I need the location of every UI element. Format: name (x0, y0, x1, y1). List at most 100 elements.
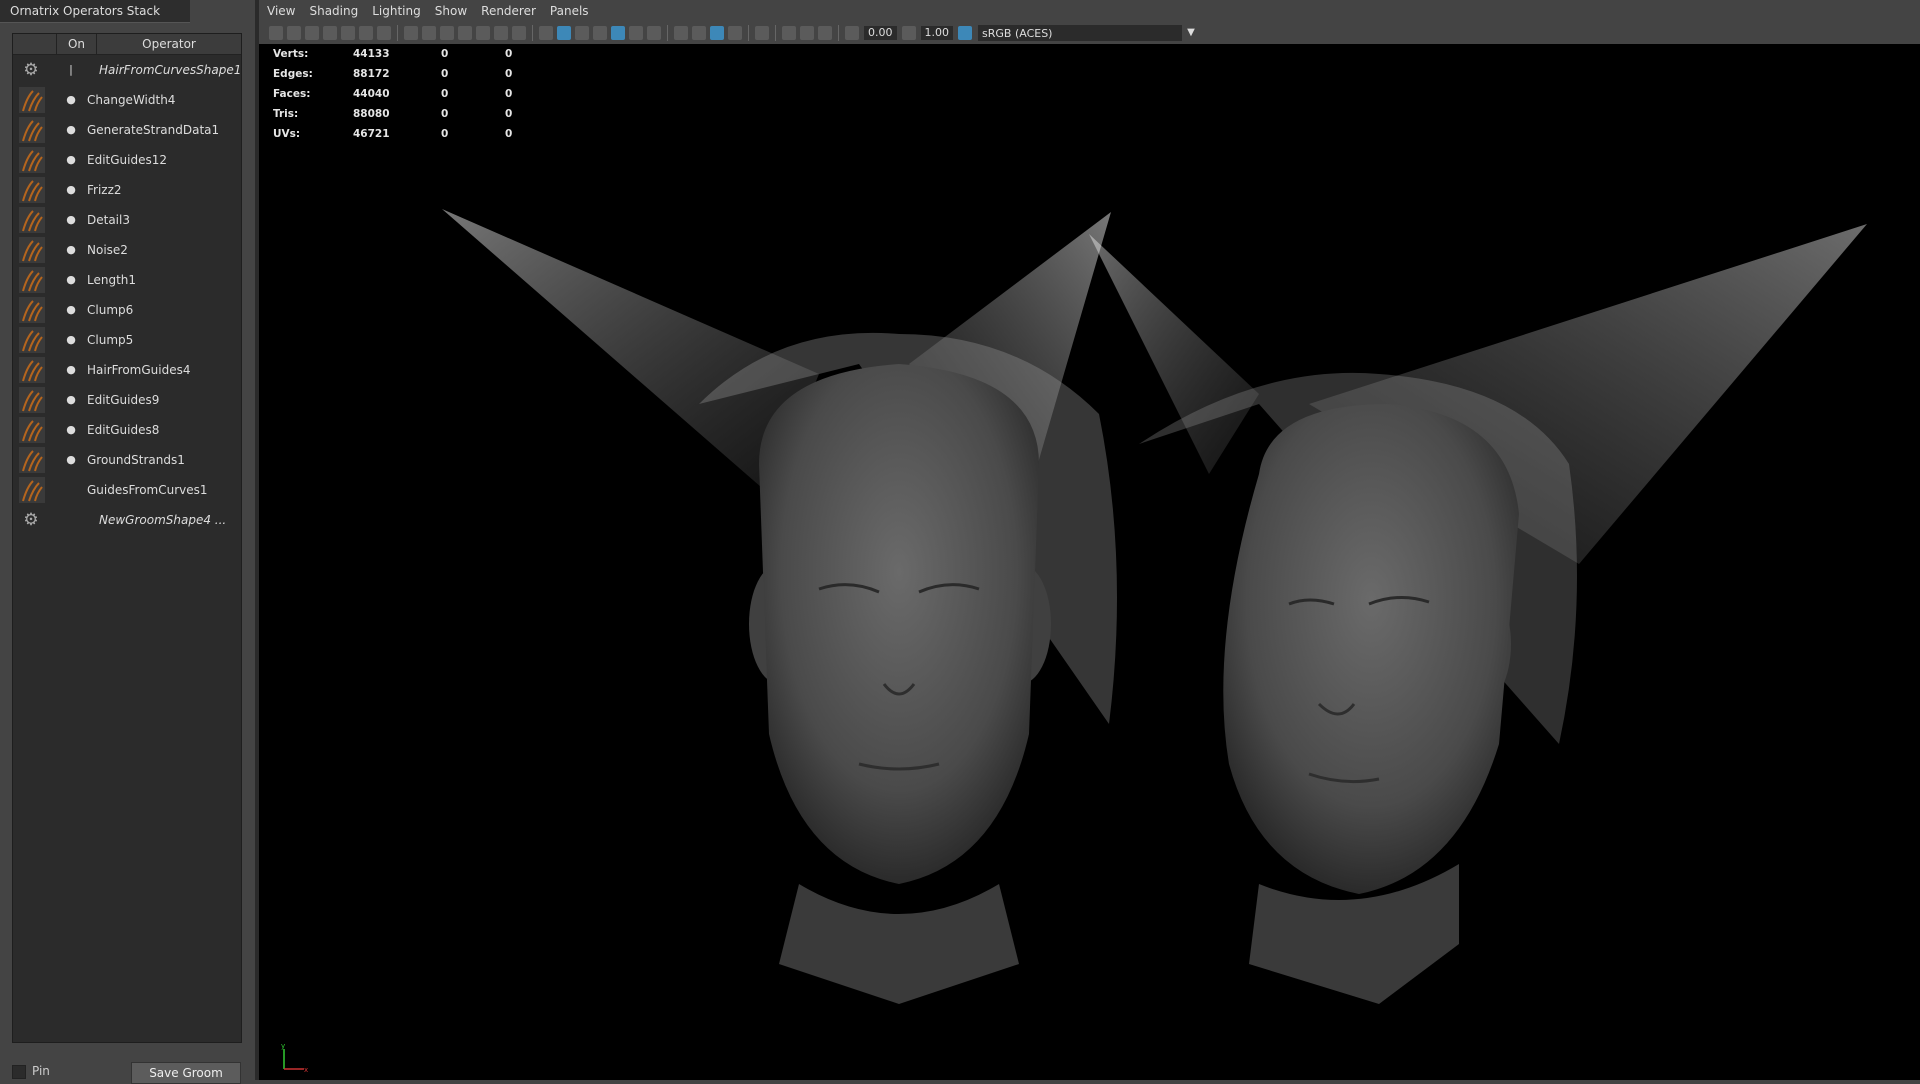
isolate-select-icon[interactable] (755, 26, 769, 40)
enabled-toggle-icon[interactable]: ● (63, 152, 79, 168)
enabled-toggle-icon[interactable]: ● (63, 362, 79, 378)
operator-label: Clump5 (87, 333, 134, 347)
safe-title-icon[interactable] (512, 26, 526, 40)
hud-v1: 88172 (353, 68, 390, 80)
enabled-toggle-icon[interactable]: ● (63, 452, 79, 468)
hud-v3: 0 (505, 48, 513, 60)
exposure-icon[interactable] (845, 26, 859, 40)
motion-blur-icon[interactable] (692, 26, 706, 40)
field-chart-icon[interactable] (476, 26, 490, 40)
operator-label: EditGuides9 (87, 393, 160, 407)
operator-label: GuidesFromCurves1 (87, 483, 208, 497)
header-operator[interactable]: Operator (97, 34, 241, 54)
operator-label: GroundStrands1 (87, 453, 185, 467)
gate-mask-icon[interactable] (458, 26, 472, 40)
operator-row[interactable]: ● GenerateStrandData1 (13, 115, 241, 145)
2d-pan-icon[interactable] (377, 26, 391, 40)
menu-renderer[interactable]: Renderer (481, 4, 536, 18)
axis-gizmo-icon: y x (281, 1044, 308, 1074)
operator-label: GenerateStrandData1 (87, 123, 220, 137)
menu-panels[interactable]: Panels (550, 4, 589, 18)
enabled-toggle-icon[interactable]: ● (63, 242, 79, 258)
menu-view[interactable]: View (267, 4, 295, 18)
save-groom-button[interactable]: Save Groom (131, 1062, 241, 1084)
operator-row[interactable]: ● Clump6 (13, 295, 241, 325)
exposure-field[interactable]: 0.00 (864, 26, 897, 40)
wireframe-icon[interactable] (539, 26, 553, 40)
operators-list-header: On Operator (13, 34, 241, 55)
screen-space-ao-icon[interactable] (674, 26, 688, 40)
pin-toggle[interactable]: Pin (12, 1062, 50, 1080)
svg-text:y: y (281, 1044, 285, 1050)
film-gate-icon[interactable] (422, 26, 436, 40)
clump-icon (19, 327, 45, 353)
hud-v3: 0 (505, 88, 513, 100)
hud-v3: 0 (505, 68, 513, 80)
menu-shading[interactable]: Shading (309, 4, 358, 18)
operator-row[interactable]: ● EditGuides12 (13, 145, 241, 175)
enabled-toggle-icon[interactable]: ● (63, 212, 79, 228)
use-all-lights-icon[interactable] (629, 26, 643, 40)
gamma-field[interactable]: 1.00 (920, 26, 953, 40)
enabled-toggle-icon[interactable]: ● (63, 392, 79, 408)
enabled-toggle-icon[interactable]: ● (63, 332, 79, 348)
enabled-toggle-icon[interactable]: ● (63, 272, 79, 288)
operator-label: Detail3 (87, 213, 130, 227)
enabled-toggle-icon[interactable]: ● (63, 92, 79, 108)
shadows-icon[interactable] (647, 26, 661, 40)
edit-guides-icon (19, 387, 45, 413)
3d-viewport[interactable]: Verts: 44133 0 0 Edges: 88172 0 0 Faces: 44040 0 0 T… (259, 44, 1920, 1080)
viewport-menubar: View Shading Lighting Show Renderer Pane… (259, 0, 1920, 22)
operator-row[interactable]: ● GroundStrands1 (13, 445, 241, 475)
menu-show[interactable]: Show (435, 4, 467, 18)
chevron-down-icon[interactable]: ▼ (1182, 25, 1200, 41)
operators-stack-panel: Ornatrix Operators Stack On Operator ⚙ | H… (0, 0, 255, 1084)
color-management-icon[interactable] (958, 26, 972, 40)
grid-icon[interactable] (404, 26, 418, 40)
operator-label: NewGroomShape4 ... (99, 513, 227, 527)
pan-zoom-icon[interactable] (341, 26, 355, 40)
camera-select-icon[interactable] (269, 26, 283, 40)
safe-action-icon[interactable] (494, 26, 508, 40)
gamma-icon[interactable] (901, 26, 916, 40)
operator-row[interactable]: ⚙ NewGroomShape4 ... (13, 505, 241, 535)
color-space-select[interactable]: sRGB (ACES) ▼ (978, 25, 1200, 41)
operator-row[interactable]: ● Detail3 (13, 205, 241, 235)
operator-row[interactable]: ● Length1 (13, 265, 241, 295)
depth-of-field-icon[interactable] (728, 26, 742, 40)
operator-row[interactable]: ⚙ | HairFromCurvesShape1 (13, 55, 241, 85)
enabled-toggle-icon[interactable]: ● (63, 182, 79, 198)
default-material-icon[interactable] (575, 26, 589, 40)
operator-row[interactable]: ● Noise2 (13, 235, 241, 265)
svg-text:x: x (304, 1066, 308, 1074)
enabled-toggle-icon[interactable]: ● (63, 122, 79, 138)
xray-joints-icon[interactable] (818, 26, 832, 40)
operator-label: Clump6 (87, 303, 134, 317)
smooth-shade-icon[interactable] (557, 26, 571, 40)
textured-icon[interactable] (611, 26, 625, 40)
enabled-toggle-icon[interactable]: ● (63, 422, 79, 438)
operator-row[interactable]: ● EditGuides9 (13, 385, 241, 415)
pin-checkbox[interactable] (12, 1064, 26, 1079)
grease-pencil-icon[interactable] (359, 26, 373, 40)
operator-row[interactable]: ● ChangeWidth4 (13, 85, 241, 115)
viewport-toolbar: 0.00 1.00 sRGB (ACES) ▼ (259, 22, 1920, 45)
image-plane-icon[interactable] (323, 26, 337, 40)
operator-row[interactable]: ● HairFromGuides4 (13, 355, 241, 385)
xray-icon[interactable] (782, 26, 796, 40)
operator-row[interactable]: ● EditGuides8 (13, 415, 241, 445)
wireframe-on-shaded-icon[interactable] (593, 26, 607, 40)
menu-lighting[interactable]: Lighting (372, 4, 421, 18)
bookmark-icon[interactable] (305, 26, 319, 40)
edit-guides-icon (19, 147, 45, 173)
resolution-gate-icon[interactable] (440, 26, 454, 40)
operator-row[interactable]: GuidesFromCurves1 (13, 475, 241, 505)
xray-active-icon[interactable] (800, 26, 814, 40)
camera-attributes-icon[interactable] (287, 26, 301, 40)
operator-row[interactable]: ● Clump5 (13, 325, 241, 355)
ground-strands-icon (19, 447, 45, 473)
enabled-toggle-icon[interactable]: ● (63, 302, 79, 318)
header-on[interactable]: On (57, 34, 97, 54)
multisample-aa-icon[interactable] (710, 26, 724, 40)
operator-row[interactable]: ● Frizz2 (13, 175, 241, 205)
